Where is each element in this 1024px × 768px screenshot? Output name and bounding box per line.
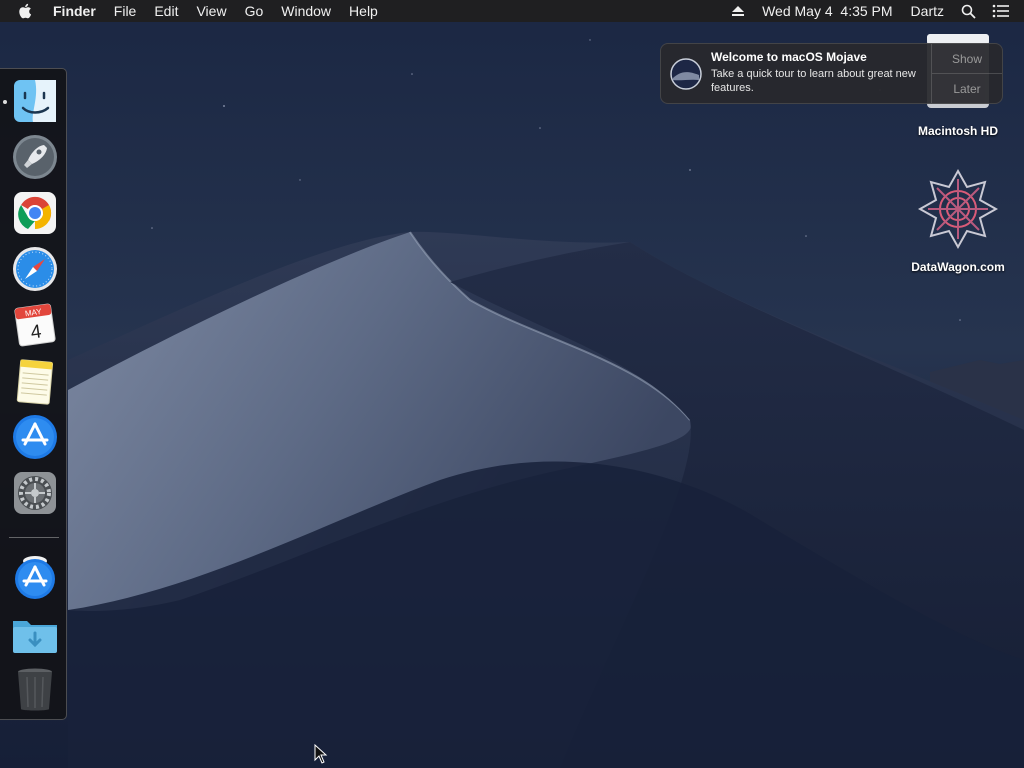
notification-actions: Show Later xyxy=(931,44,1002,103)
dock-item-finder[interactable] xyxy=(11,77,59,125)
app-store-install-icon xyxy=(15,556,55,599)
dock-separator xyxy=(9,537,59,538)
menu-app-finder[interactable]: Finder xyxy=(44,0,105,22)
notification-content: Welcome to macOS Mojave Take a quick tou… xyxy=(711,44,931,103)
system-preferences-icon xyxy=(14,472,56,514)
spotlight-button[interactable] xyxy=(953,0,984,22)
notification-banner[interactable]: Welcome to macOS Mojave Take a quick tou… xyxy=(660,43,1003,104)
calendar-icon: MAY 4 xyxy=(14,303,56,347)
notification-center-button[interactable] xyxy=(984,0,1024,22)
mojave-icon xyxy=(670,57,702,90)
menu-clock[interactable]: Wed May 4 4:35 PM xyxy=(753,0,901,22)
eject-button[interactable] xyxy=(723,0,753,22)
menu-window[interactable]: Window xyxy=(272,0,340,22)
dock-item-downloads[interactable] xyxy=(11,609,59,657)
notification-title: Welcome to macOS Mojave xyxy=(711,50,867,64)
menu-edit[interactable]: Edit xyxy=(145,0,187,22)
notification-body: Take a quick tour to learn about great n… xyxy=(711,68,916,94)
desktop: Finder File Edit View Go Window Help Wed… xyxy=(0,0,1024,768)
mouse-cursor xyxy=(314,744,328,764)
desktop-icon-datawagon[interactable]: DataWagon.com xyxy=(898,168,1018,274)
dock-item-trash[interactable] xyxy=(11,665,59,713)
safari-icon xyxy=(13,247,57,291)
desktop-icon-label: Macintosh HD xyxy=(917,124,998,138)
notification-later-button[interactable]: Later xyxy=(932,73,1002,103)
downloads-folder-icon xyxy=(13,621,57,653)
menu-go[interactable]: Go xyxy=(236,0,273,22)
eject-icon xyxy=(732,6,745,16)
datawagon-logo-icon xyxy=(917,168,999,250)
dock-item-system-preferences[interactable] xyxy=(11,469,59,517)
finder-icon xyxy=(14,80,56,122)
apple-menu-button[interactable] xyxy=(0,3,44,19)
apple-icon xyxy=(19,3,32,19)
menu-user[interactable]: Dartz xyxy=(902,0,953,22)
menu-file[interactable]: File xyxy=(105,0,146,22)
chrome-icon xyxy=(14,192,56,234)
mojave-wallpaper xyxy=(0,0,1024,768)
menu-view[interactable]: View xyxy=(187,0,235,22)
notification-center-icon xyxy=(992,4,1009,18)
notification-show-button[interactable]: Show xyxy=(932,44,1002,73)
desktop-icon-label: DataWagon.com xyxy=(911,260,1005,274)
menu-help[interactable]: Help xyxy=(340,0,387,22)
dock-running-indicator xyxy=(3,100,7,104)
dock-item-launchpad[interactable] xyxy=(11,133,59,181)
dock-item-chrome[interactable] xyxy=(11,189,59,237)
notification-app-icon-wrap xyxy=(661,44,711,103)
trash-icon xyxy=(18,668,52,711)
menu-bar: Finder File Edit View Go Window Help Wed… xyxy=(0,0,1024,22)
dock: MAY 4 xyxy=(0,68,67,720)
dock-item-safari[interactable] xyxy=(11,245,59,293)
dock-item-app-store[interactable] xyxy=(11,413,59,461)
dock-item-app-store-install[interactable] xyxy=(11,553,59,601)
app-store-icon xyxy=(13,415,57,459)
dock-item-calendar[interactable]: MAY 4 xyxy=(11,301,59,349)
notes-icon xyxy=(16,359,54,405)
dock-item-notes[interactable] xyxy=(11,357,59,405)
spotlight-search-icon xyxy=(961,4,976,19)
launchpad-icon xyxy=(13,135,57,179)
menu-extras: Wed May 4 4:35 PM Dartz xyxy=(723,0,1024,22)
